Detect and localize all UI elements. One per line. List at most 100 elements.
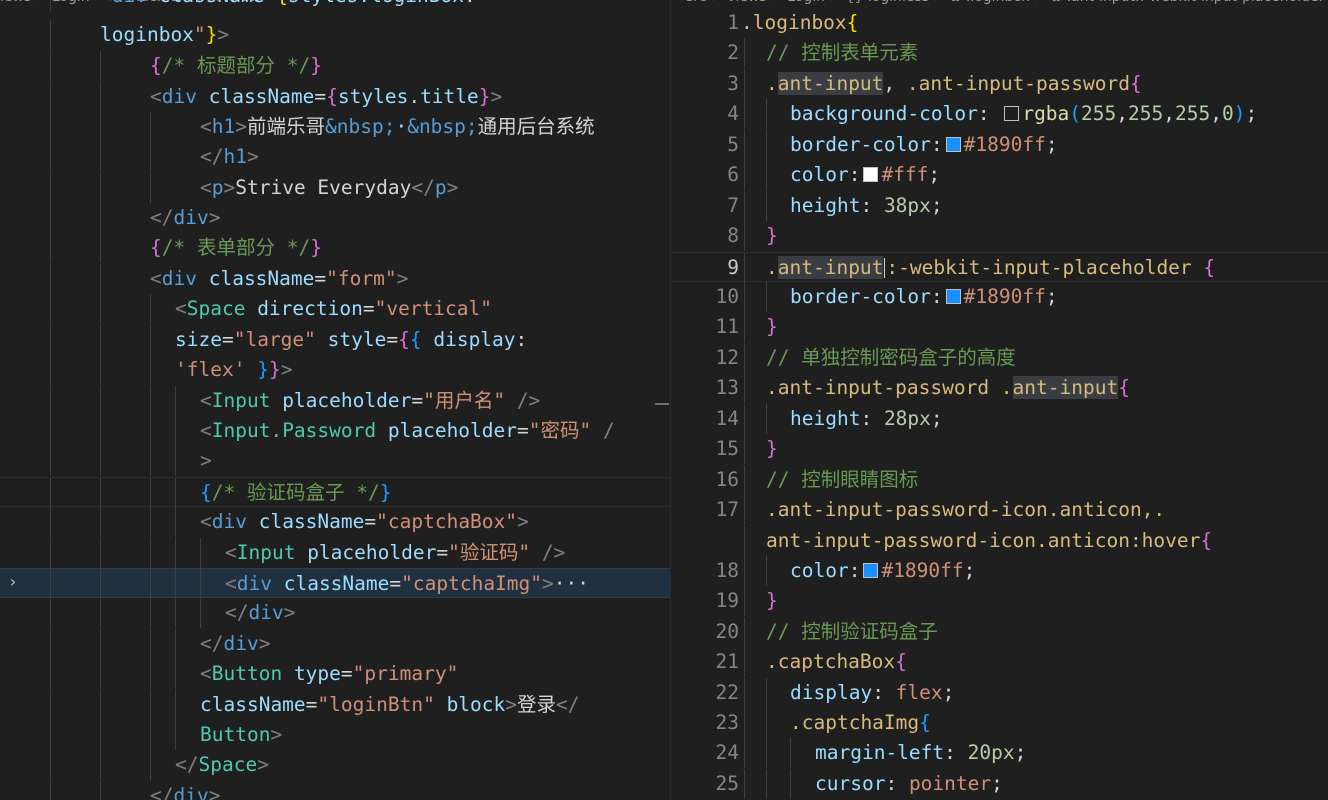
code-line[interactable]: <Space direction="vertical"	[0, 294, 670, 325]
code-line[interactable]: >	[0, 446, 670, 477]
code-line[interactable]: 13 .ant-input-password .ant-input{	[671, 373, 1328, 404]
line-number[interactable]: 11	[671, 312, 739, 342]
line-number[interactable]: 21	[671, 647, 739, 677]
code-text[interactable]: Button>	[200, 720, 282, 750]
code-text[interactable]: <p>Strive Everyday</p>	[200, 173, 458, 203]
code-text[interactable]: </div>	[200, 629, 270, 659]
code-text[interactable]: color: #1890ff;	[790, 556, 975, 586]
code-text[interactable]: .captchaBox{	[766, 647, 907, 677]
code-text[interactable]: display: flex;	[790, 678, 954, 708]
code-text[interactable]: <Input placeholder="用户名" />	[200, 386, 540, 416]
code-text[interactable]: 'flex' }}>	[175, 355, 292, 385]
code-text[interactable]: </div>	[225, 598, 295, 628]
code-text[interactable]: <div className={styles.loginBox.	[100, 0, 476, 11]
code-text[interactable]: >	[200, 446, 212, 476]
code-line[interactable]: size="large" style={{ display:	[0, 325, 670, 356]
code-line[interactable]: <div className={styles.title}>	[0, 82, 670, 113]
code-line[interactable]: <div className="captchaImg">···	[0, 568, 670, 600]
code-line[interactable]: {/* 标题部分 */}	[0, 51, 670, 82]
code-text[interactable]: .ant-input-password-icon.anticon,.	[766, 495, 1165, 525]
left-editor-pane[interactable]: iews > Login > ⚛ index.tsx > ⚛ view <div…	[0, 0, 670, 800]
code-text[interactable]: <div className="captchaImg">···	[225, 569, 589, 599]
scrollbar-marker[interactable]	[655, 403, 669, 405]
color-swatch-icon[interactable]	[863, 563, 879, 578]
color-swatch-icon[interactable]	[945, 289, 961, 304]
code-line[interactable]: 20 // 控制验证码盒子	[671, 617, 1328, 648]
code-text[interactable]: <Input.Password placeholder="密码" /	[200, 416, 615, 446]
code-line[interactable]: 1 .loginbox{	[671, 8, 1328, 38]
code-line[interactable]: 'flex' }}>	[0, 355, 670, 386]
line-number[interactable]: 2	[671, 38, 739, 68]
code-line[interactable]: 10 border-color: #1890ff;	[671, 282, 1328, 313]
code-line[interactable]: ant-input-password-icon.anticon:hover{	[671, 526, 1328, 557]
line-number[interactable]: 3	[671, 69, 739, 99]
line-number[interactable]: 16	[671, 465, 739, 495]
code-text[interactable]: className="loginBtn" block>登录</	[200, 690, 580, 720]
code-line[interactable]: 17 .ant-input-password-icon.anticon,.	[671, 495, 1328, 526]
code-line[interactable]: Button>	[0, 720, 670, 751]
color-swatch-icon[interactable]	[945, 137, 961, 152]
code-line[interactable]: 6 color: #fff;	[671, 160, 1328, 191]
code-line[interactable]: 25 cursor: pointer;	[671, 769, 1328, 800]
code-line[interactable]: 4 background-color: rgba(255,255,255,0);	[671, 99, 1328, 130]
code-line[interactable]: 24 margin-left: 20px;	[671, 738, 1328, 769]
code-text[interactable]: border-color: #1890ff;	[790, 130, 1058, 160]
line-number[interactable]: 7	[671, 191, 739, 221]
line-number[interactable]: 12	[671, 343, 739, 373]
code-line[interactable]: className="loginBtn" block>登录</	[0, 690, 670, 721]
code-text[interactable]: cursor: pointer;	[815, 769, 1003, 799]
code-line[interactable]: </Space>	[0, 750, 670, 781]
line-number[interactable]: 1	[671, 8, 739, 38]
code-text[interactable]: height: 28px;	[790, 404, 943, 434]
line-number[interactable]: 9	[671, 253, 739, 283]
code-text[interactable]: </div>	[150, 203, 220, 233]
code-text[interactable]: <div className={styles.title}>	[150, 82, 502, 112]
line-number[interactable]: 5	[671, 130, 739, 160]
line-number[interactable]: 20	[671, 617, 739, 647]
code-line[interactable]: 15}	[671, 434, 1328, 465]
code-line[interactable]: <div className="form">	[0, 264, 670, 295]
code-text[interactable]: .ant-input:-webkit-input-placeholder {	[766, 253, 1215, 283]
code-line[interactable]: 22 display: flex;	[671, 678, 1328, 709]
code-text[interactable]: }	[766, 312, 778, 342]
code-text[interactable]: color: #fff;	[790, 160, 940, 190]
color-swatch-icon[interactable]	[1004, 106, 1020, 121]
code-line[interactable]: 18 color: #1890ff;	[671, 556, 1328, 587]
code-line[interactable]: </div>	[0, 629, 670, 660]
code-line[interactable]: 19}	[671, 586, 1328, 617]
code-text[interactable]: ant-input-password-icon.anticon:hover{	[766, 526, 1212, 556]
code-line[interactable]: 3 .ant-input, .ant-input-password{	[671, 69, 1328, 100]
code-line[interactable]: <p>Strive Everyday</p>	[0, 173, 670, 204]
code-text[interactable]: background-color: rgba(255,255,255,0);	[790, 99, 1257, 129]
code-text[interactable]: border-color: #1890ff;	[790, 282, 1058, 312]
code-line[interactable]: <Button type="primary"	[0, 659, 670, 690]
code-line[interactable]: <Input.Password placeholder="密码" /	[0, 416, 670, 447]
line-number[interactable]: 13	[671, 373, 739, 403]
code-line[interactable]: 8}	[671, 221, 1328, 252]
code-line[interactable]: 23 .captchaImg{	[671, 708, 1328, 739]
right-editor-pane[interactable]: src > views > Login > {} loginless > ✿ .…	[671, 0, 1328, 800]
code-line[interactable]: <div className={styles.loginBox.	[0, 0, 670, 12]
code-text[interactable]: height: 38px;	[790, 191, 943, 221]
code-line[interactable]: </div>	[0, 203, 670, 234]
code-line[interactable]: 2 // 控制表单元素	[671, 38, 1328, 69]
line-number[interactable]: 17	[671, 495, 739, 525]
line-number[interactable]: 23	[671, 708, 739, 738]
code-line[interactable]: {/* 表单部分 */}	[0, 233, 670, 264]
fold-chevron-icon[interactable]: ›	[8, 572, 18, 591]
line-number[interactable]: 25	[671, 769, 739, 799]
code-line[interactable]: </div>	[0, 781, 670, 800]
code-line[interactable]: 21 .captchaBox{	[671, 647, 1328, 678]
line-number[interactable]: 22	[671, 678, 739, 708]
code-text[interactable]: }	[766, 586, 778, 616]
code-line[interactable]: <Input placeholder="用户名" />	[0, 386, 670, 417]
code-line[interactable]: <h1>前端乐哥&nbsp;·&nbsp;通用后台系统	[0, 112, 670, 143]
code-text[interactable]: .ant-input, .ant-input-password{	[766, 69, 1142, 99]
code-line[interactable]: <div className="captchaBox">	[0, 507, 670, 538]
code-line[interactable]: loginbox"}>	[0, 20, 670, 51]
line-number[interactable]: 15	[671, 434, 739, 464]
code-text[interactable]: <Button type="primary"	[200, 659, 458, 689]
code-text[interactable]: // 控制验证码盒子	[766, 617, 938, 647]
line-number[interactable]: 18	[671, 556, 739, 586]
code-text[interactable]: </h1>	[200, 142, 259, 172]
